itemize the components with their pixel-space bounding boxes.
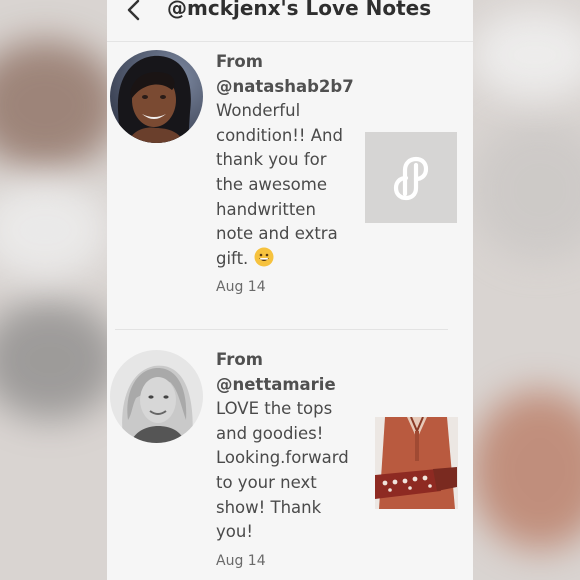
poshmark-logo-icon [393, 156, 429, 201]
divider [115, 329, 448, 330]
from-label: From [216, 52, 263, 71]
avatar[interactable] [110, 350, 203, 443]
from-label: From [216, 350, 263, 369]
sweater-photo [375, 417, 458, 509]
avatar[interactable] [110, 50, 203, 143]
note-message-line: Wonderful condition!! And thank you for … [216, 99, 356, 271]
note-message: LOVE the tops and goodies! Looking.forwa… [216, 399, 349, 542]
note-text: From @natashab2b7 Wonderful condition!! … [216, 50, 356, 300]
love-note-item: From @natashab2b7 Wonderful condition!! … [107, 44, 473, 330]
love-notes-panel: @mckjenx's Love Notes From @natashab2b7 … [107, 0, 473, 580]
note-text: From @nettamarie LOVE the tops and goodi… [216, 348, 356, 573]
listing-thumbnail[interactable] [375, 417, 458, 509]
top-bar: @mckjenx's Love Notes [107, 0, 473, 42]
listing-thumbnail[interactable] [365, 132, 457, 223]
grinning-face-emoji-icon [254, 247, 274, 267]
love-note-item: From @nettamarie LOVE the tops and goodi… [107, 332, 473, 580]
note-message: Wonderful condition!! And thank you for … [216, 101, 343, 268]
chevron-left-icon[interactable] [124, 0, 144, 23]
sender-username[interactable]: @natashab2b7 [216, 75, 356, 100]
sender-username[interactable]: @nettamarie [216, 373, 356, 398]
note-date: Aug 14 [216, 552, 266, 569]
page-title: @mckjenx's Love Notes [167, 0, 432, 20]
note-date: Aug 14 [216, 279, 266, 296]
